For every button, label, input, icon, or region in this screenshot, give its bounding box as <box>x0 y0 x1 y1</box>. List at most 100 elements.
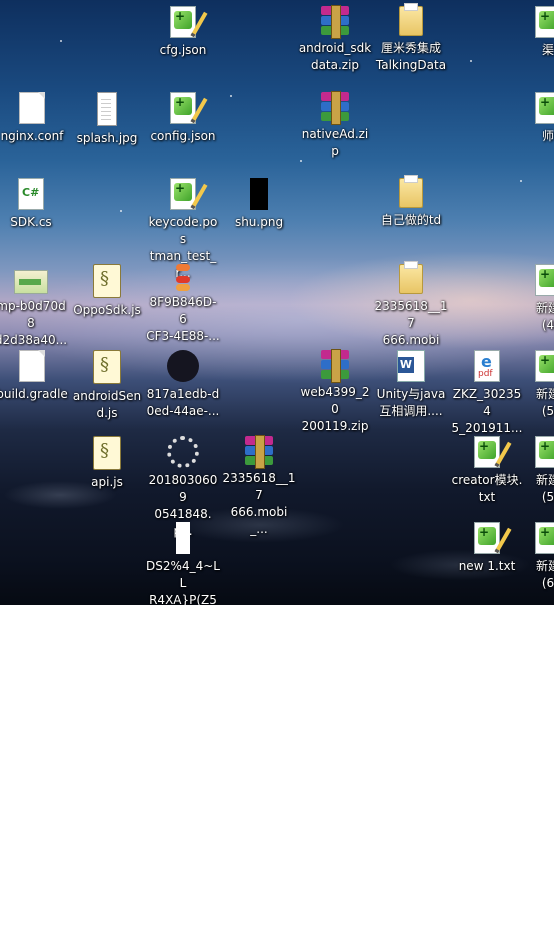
star <box>470 60 472 62</box>
word-doc-icon <box>397 350 425 382</box>
file-label: 8F9B846D-6 CF3-4E88-... <box>146 295 220 343</box>
winrar-archive-icon <box>319 91 351 125</box>
image-icon <box>97 92 117 126</box>
api-js-file[interactable]: api.js <box>70 436 144 491</box>
new-file-a[interactable]: 新建(4 <box>518 264 554 334</box>
new-file-d[interactable]: 新建(6 <box>518 522 554 592</box>
new-file-c[interactable]: 新建(5 <box>518 436 554 506</box>
script-icon <box>93 264 121 298</box>
notepad-plus-icon <box>170 92 208 124</box>
nativead-zip[interactable]: nativeAd.zip <box>298 91 372 160</box>
androidsend-js-file[interactable]: androidSend.js <box>70 350 144 422</box>
file-label: 新建 (5 <box>535 473 554 504</box>
file-label: Unity与java 互相调用.... <box>376 387 446 418</box>
star <box>520 180 522 182</box>
own-td-folder[interactable]: 自己做的td <box>374 175 448 229</box>
splash-jpg-file[interactable]: splash.jpg <box>70 92 144 147</box>
tmp-image-file[interactable]: mp-b0d70d8 d2d38a40... <box>0 264 68 349</box>
guid-8f9b-file[interactable]: 8F9B846D-6 CF3-4E88-... <box>146 264 220 345</box>
nginx-conf-file[interactable]: nginx.conf <box>0 92 70 145</box>
script-icon <box>93 436 121 470</box>
new-1-txt-file[interactable]: new 1.txt <box>450 522 524 575</box>
script-icon <box>93 350 121 384</box>
notepad-plus-icon <box>474 436 512 468</box>
file-label: android_sdk data.zip <box>298 41 372 72</box>
mobi-zip[interactable]: 2335618__17 666.mobi_... <box>222 435 296 538</box>
star <box>60 40 62 42</box>
folder-icon <box>399 175 423 208</box>
document-icon <box>19 350 45 382</box>
file-label: creator模块. txt <box>451 473 523 504</box>
opposdk-js-file[interactable]: OppoSdk.js <box>70 264 144 319</box>
file-label: SDK.cs <box>10 215 52 229</box>
circle-image-file[interactable]: 817a1edb-d 0ed-44ae-... <box>146 350 220 420</box>
file-label: build.gradle <box>0 387 68 401</box>
black-image-icon <box>250 178 268 210</box>
notepad-plus-icon <box>474 522 512 554</box>
folder-icon <box>399 261 423 294</box>
shu-png-file[interactable]: shu.png <box>222 178 296 231</box>
star <box>120 210 122 212</box>
file-label: splash.jpg <box>76 131 138 145</box>
file-label: androidSen d.js <box>72 389 142 420</box>
file-label: 新建 (4 <box>535 301 554 332</box>
image-thumb-icon <box>14 270 48 294</box>
file-label: web4399_20 200119.zip <box>300 385 370 433</box>
file-label: shu.png <box>234 215 284 229</box>
unity-java-doc[interactable]: Unity与java互相调用.... <box>374 350 448 420</box>
pdf-icon <box>474 350 500 382</box>
loading-spinner-icon <box>167 436 199 468</box>
cfg-json-file[interactable]: cfg.json <box>146 6 220 59</box>
notepad-plus-icon <box>170 6 208 38</box>
new-file-b[interactable]: 新建(5 <box>518 350 554 420</box>
csharp-file-icon <box>18 178 44 210</box>
notepad-plus-icon <box>535 522 554 554</box>
winrar-archive-icon <box>319 349 351 383</box>
notepad-plus-icon <box>535 350 554 382</box>
notepad-plus-icon <box>170 178 208 210</box>
build-gradle-file[interactable]: build.gradle <box>0 350 70 403</box>
winrar-archive-icon <box>319 5 351 39</box>
folder-icon <box>399 3 423 36</box>
file-label: new 1.txt <box>458 559 516 573</box>
star <box>230 95 232 97</box>
notepad-plus-icon <box>535 92 554 124</box>
stacked-app-icon <box>176 264 190 290</box>
config-json-file[interactable]: config.json <box>146 92 220 145</box>
file-label: 渠 <box>541 43 554 57</box>
ds2-file[interactable]: DS2%4_4~LLR4XA}P(Z5J... <box>146 522 220 605</box>
file-label: 2335618__17666.mobi_... <box>222 471 296 536</box>
file-label: 新建 (6 <box>535 559 554 590</box>
mid-right-file[interactable]: 师 <box>518 92 554 145</box>
zkz-pdf-file[interactable]: ZKZ_3023545_201911... <box>450 350 524 437</box>
notepad-plus-icon <box>535 264 554 296</box>
top-right-file[interactable]: 渠 <box>518 6 554 59</box>
file-label: mp-b0d70d8 d2d38a40... <box>0 299 68 347</box>
sdk-cs-file[interactable]: SDK.cs <box>0 178 68 231</box>
white-image-icon <box>176 522 190 554</box>
file-label: config.json <box>150 129 216 143</box>
file-label: OppoSdk.js <box>73 303 141 317</box>
file-label: 师 <box>541 129 554 143</box>
file-label: cfg.json <box>159 43 207 57</box>
creator-txt-file[interactable]: creator模块.txt <box>450 436 524 506</box>
notepad-plus-icon <box>535 436 554 468</box>
file-label: DS2%4_4~LLR4XA}P(Z5J... <box>146 559 220 605</box>
file-label: 817a1edb-d 0ed-44ae-... <box>146 387 220 418</box>
android-sdk-data-zip[interactable]: android_sdk data.zip <box>298 5 372 74</box>
file-label: nginx.conf <box>0 129 64 143</box>
file-label: api.js <box>91 475 123 489</box>
star <box>300 160 302 162</box>
file-label: 自己做的td <box>380 213 442 227</box>
desktop-background: cfg.json android_sdkdata.zip 厘米秀集成Talkin… <box>0 0 554 605</box>
file-label: ZKZ_302354 5_201911... <box>451 387 523 435</box>
file-label: nativeAd.zip <box>301 127 369 158</box>
document-icon <box>19 92 45 124</box>
file-label: 新建 (5 <box>535 387 554 418</box>
web4399-zip[interactable]: web4399_20 200119.zip <box>298 349 372 435</box>
circle-image-icon <box>167 350 199 382</box>
file-label: 厘米秀集成 TalkingData <box>375 41 447 72</box>
winrar-archive-icon <box>243 435 275 469</box>
talkingdata-folder[interactable]: 厘米秀集成 TalkingData <box>374 3 448 74</box>
notepad-plus-icon <box>535 6 554 38</box>
